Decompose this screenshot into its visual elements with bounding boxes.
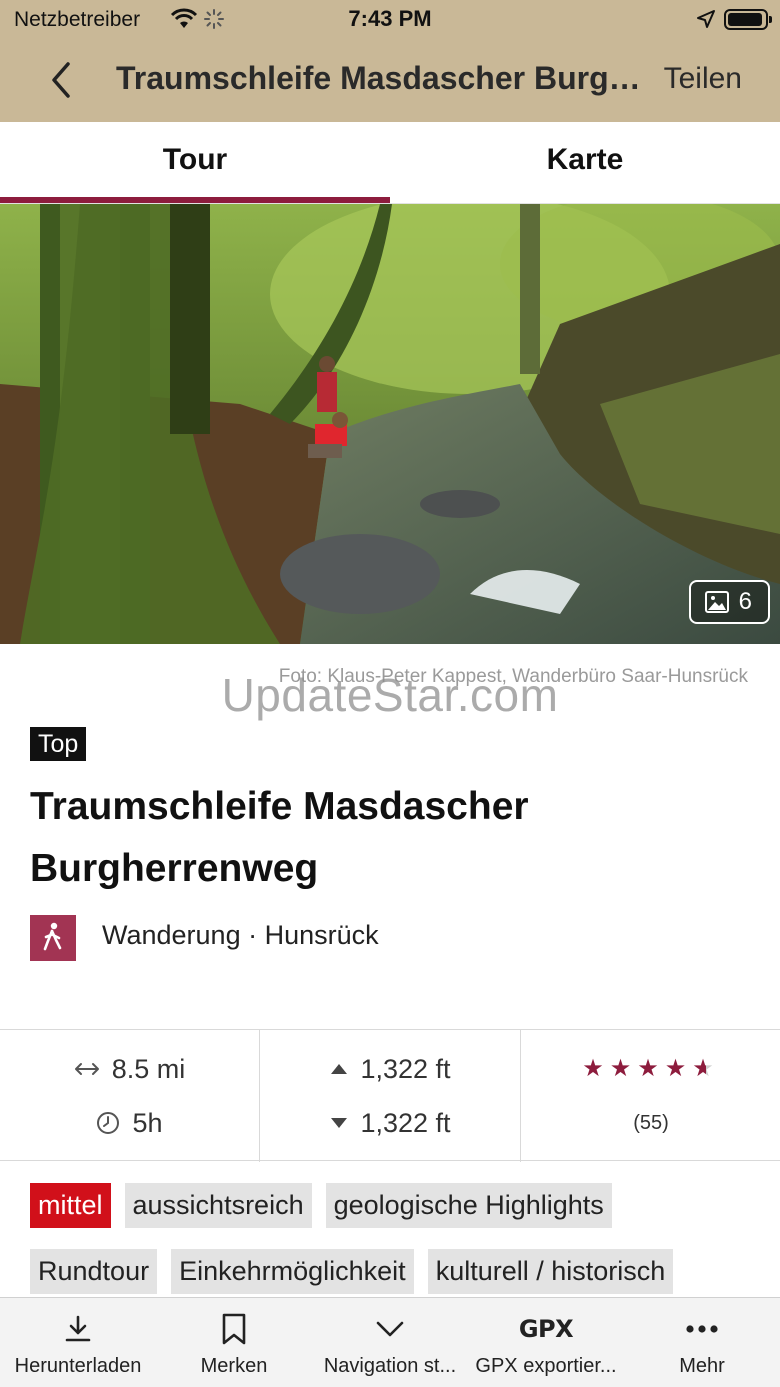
download-label: Herunterladen [14,1355,142,1377]
bookmark-icon [222,1313,246,1345]
stats-rating[interactable]: ★★★★★ (55) [522,1030,780,1162]
navigation-label: Navigation st... [323,1355,457,1377]
status-bar: Netzbetreiber 7:43 PM [0,0,780,40]
nav-bar: Traumschleife Masdascher Burgh... Teilen [0,40,780,122]
gpx-export-label: GPX exportier... [475,1355,617,1377]
descent-triangle-icon [331,1118,348,1128]
more-icon [686,1325,718,1333]
forest-stream-image [0,204,780,644]
image-icon [704,591,729,613]
stats-distance-duration: 8.5 mi 5h [0,1030,260,1162]
more-label: Mehr [679,1355,725,1377]
distance-stat: 8.5 mi [0,1050,259,1088]
tag: Einkehrmöglichkeit [171,1249,414,1294]
tour-title: Traumschleife Masdascher Burgherrenweg [30,785,529,890]
watermark: UpdateStar.com [221,669,559,721]
tab-karte[interactable]: Karte [390,122,780,204]
status-time: 7:43 PM [348,6,432,31]
rating-count: (55) [633,1112,669,1134]
top-badge: Top [30,727,87,761]
download-icon [65,1315,91,1342]
ascent-value: 1,322 ft [360,1053,451,1084]
descent-stat: 1,322 ft [261,1104,520,1142]
descent-value: 1,322 ft [360,1107,451,1138]
tab-tour[interactable]: Tour [0,122,390,204]
gpx-export-button[interactable]: GPX GPX exportier... [468,1298,624,1387]
tour-tags: mittel aussichtsreich geologische Highli… [30,1183,750,1315]
photo-gallery-button[interactable]: 6 [688,580,770,624]
nav-title: Traumschleife Masdascher Burgh... [116,60,646,96]
hero-photo[interactable]: 6 [0,204,780,644]
share-button[interactable]: Teilen [664,62,742,96]
tag-row: Rundtour Einkehrmöglichkeit kulturell / … [30,1249,750,1294]
star-rating-glyphs: ★★★★★ [582,1055,720,1082]
bookmark-label: Merken [200,1355,268,1377]
download-button[interactable]: Herunterladen [0,1298,156,1387]
chevron-down-icon [376,1321,404,1337]
ascent-triangle-icon [331,1064,348,1074]
distance-value: 8.5 mi [111,1053,186,1084]
tag-row: mittel aussichtsreich geologische Highli… [30,1183,750,1228]
distance-arrows-icon [74,1063,99,1075]
bookmark-button[interactable]: Merken [156,1298,312,1387]
category-region: Wanderung · Hunsrück [102,920,379,950]
clock-icon [97,1112,120,1134]
gpx-icon: GPX [518,1315,574,1343]
duration-stat: 5h [0,1104,259,1142]
duration-value: 5h [132,1107,163,1138]
more-button[interactable]: Mehr [624,1298,780,1387]
tab-bar: Tour Karte [0,122,780,204]
back-chevron-icon[interactable] [40,58,80,102]
hiking-category-icon [30,915,76,961]
tag: geologische Highlights [325,1183,612,1228]
tag: kulturell / historisch [427,1249,674,1294]
tour-stats: 8.5 mi 5h 1,322 ft 1,322 ft ★★★★★ (55) [0,1029,780,1162]
start-navigation-button[interactable]: Navigation st... [312,1298,468,1387]
photo-count: 6 [738,588,752,615]
location-arrow-icon [697,10,715,28]
tag: Rundtour [30,1249,158,1294]
bottom-toolbar: Herunterladen Merken Navigation st... GP… [0,1297,780,1387]
active-tab-indicator [0,197,390,203]
stats-elevation: 1,322 ft 1,322 ft [261,1030,521,1162]
tag: aussichtsreich [124,1183,312,1228]
ascent-stat: 1,322 ft [261,1050,520,1088]
rating-stars: ★★★★★ [522,1054,780,1083]
difficulty-tag: mittel [30,1183,111,1228]
top-bar: Netzbetreiber 7:43 PM Traumschleife Masd… [0,0,780,122]
battery-icon [724,9,772,30]
